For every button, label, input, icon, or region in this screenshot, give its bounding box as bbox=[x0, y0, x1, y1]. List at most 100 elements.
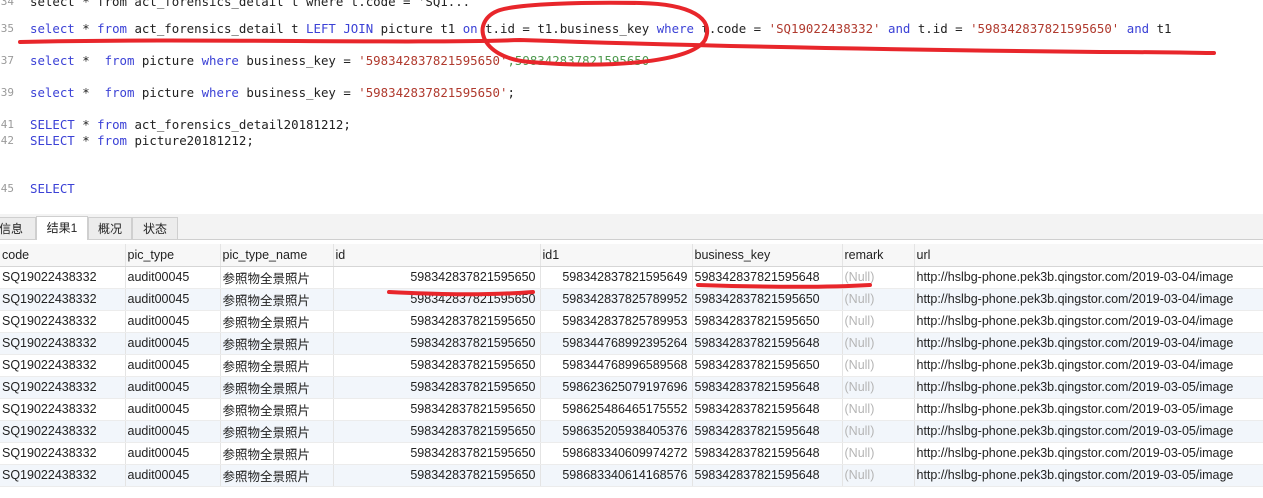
cell-id1[interactable]: 598342837825789952 bbox=[540, 288, 693, 311]
cell-id[interactable]: 598342837821595650 bbox=[333, 288, 541, 311]
table-row[interactable]: SQ19022438332 audit00045 参照物全景照片 5983428378… bbox=[0, 398, 1263, 421]
column-header-id[interactable]: id bbox=[333, 244, 541, 267]
cell-business-key[interactable]: 598342837821595648 bbox=[692, 464, 843, 487]
cell-id1[interactable]: 598623625079197696 bbox=[540, 376, 693, 399]
table-row[interactable]: SQ19022438332 audit00045 参照物全景照片 5983428378… bbox=[0, 442, 1263, 465]
cell-business-key[interactable]: 598342837821595648 bbox=[692, 442, 843, 465]
cell-url[interactable]: http://hslbg-phone.pek3b.qingstor.com/20… bbox=[914, 420, 1263, 443]
cell-pic-type-name[interactable]: 参照物全景照片 bbox=[220, 398, 334, 421]
code-text[interactable]: select * from act_forensics_detail t whe… bbox=[30, 0, 470, 10]
cell-id1[interactable]: 598342837821595649 bbox=[540, 266, 693, 289]
cell-remark[interactable]: (Null) bbox=[842, 442, 915, 465]
column-header-pic-type-name[interactable]: pic_type_name bbox=[220, 244, 334, 267]
cell-url[interactable]: http://hslbg-phone.pek3b.qingstor.com/20… bbox=[914, 442, 1263, 465]
cell-id[interactable]: 598342837821595650 bbox=[333, 442, 541, 465]
cell-url[interactable]: http://hslbg-phone.pek3b.qingstor.com/20… bbox=[914, 288, 1263, 311]
code-text[interactable]: SELECT * from picture20181212; bbox=[30, 133, 254, 149]
column-header-code[interactable]: code bbox=[0, 244, 126, 267]
cell-url[interactable]: http://hslbg-phone.pek3b.qingstor.com/20… bbox=[914, 398, 1263, 421]
column-header-url[interactable]: url bbox=[914, 244, 1263, 267]
cell-remark[interactable]: (Null) bbox=[842, 354, 915, 377]
cell-id1[interactable]: 598635205938405376 bbox=[540, 420, 693, 443]
cell-id[interactable]: 598342837821595650 bbox=[333, 420, 541, 443]
cell-pic-type[interactable]: audit00045 bbox=[125, 266, 221, 289]
result-grid[interactable]: code pic_type pic_type_name id id1 business_k… bbox=[0, 244, 1263, 498]
cell-code[interactable]: SQ19022438332 bbox=[0, 420, 126, 443]
cell-pic-type[interactable]: audit00045 bbox=[125, 354, 221, 377]
tab-info[interactable]: 信息 bbox=[0, 217, 36, 239]
tab-overview[interactable]: 概况 bbox=[88, 217, 132, 239]
cell-code[interactable]: SQ19022438332 bbox=[0, 442, 126, 465]
cell-code[interactable]: SQ19022438332 bbox=[0, 398, 126, 421]
cell-code[interactable]: SQ19022438332 bbox=[0, 288, 126, 311]
cell-url[interactable]: http://hslbg-phone.pek3b.qingstor.com/20… bbox=[914, 310, 1263, 333]
cell-remark[interactable]: (Null) bbox=[842, 332, 915, 355]
column-header-id1[interactable]: id1 bbox=[540, 244, 693, 267]
cell-business-key[interactable]: 598342837821595648 bbox=[692, 266, 843, 289]
cell-pic-type-name[interactable]: 参照物全景照片 bbox=[220, 376, 334, 399]
code-text[interactable]: select * from picture where business_key… bbox=[30, 85, 515, 101]
cell-code[interactable]: SQ19022438332 bbox=[0, 332, 126, 355]
cell-url[interactable]: http://hslbg-phone.pek3b.qingstor.com/20… bbox=[914, 376, 1263, 399]
column-header-remark[interactable]: remark bbox=[842, 244, 915, 267]
cell-url[interactable]: http://hslbg-phone.pek3b.qingstor.com/20… bbox=[914, 266, 1263, 289]
table-row[interactable]: SQ19022438332 audit00045 参照物全景照片 5983428378… bbox=[0, 310, 1263, 333]
cell-remark[interactable]: (Null) bbox=[842, 464, 915, 487]
cell-remark[interactable]: (Null) bbox=[842, 420, 915, 443]
cell-pic-type-name[interactable]: 参照物全景照片 bbox=[220, 442, 334, 465]
table-row[interactable]: SQ19022438332 audit00045 参照物全景照片 5983428378… bbox=[0, 266, 1263, 289]
cell-id1[interactable]: 598625486465175552 bbox=[540, 398, 693, 421]
cell-pic-type-name[interactable]: 参照物全景照片 bbox=[220, 354, 334, 377]
cell-id[interactable]: 598342837821595650 bbox=[333, 376, 541, 399]
table-row[interactable]: SQ19022438332 audit00045 参照物全景照片 5983428378… bbox=[0, 420, 1263, 443]
cell-code[interactable]: SQ19022438332 bbox=[0, 266, 126, 289]
cell-pic-type[interactable]: audit00045 bbox=[125, 332, 221, 355]
cell-business-key[interactable]: 598342837821595648 bbox=[692, 398, 843, 421]
cell-id1[interactable]: 598683340614168576 bbox=[540, 464, 693, 487]
code-text[interactable]: select * from picture where business_key… bbox=[30, 53, 649, 69]
cell-pic-type[interactable]: audit00045 bbox=[125, 310, 221, 333]
column-header-pic-type[interactable]: pic_type bbox=[125, 244, 221, 267]
tab-result1[interactable]: 结果1 bbox=[36, 216, 88, 240]
cell-pic-type[interactable]: audit00045 bbox=[125, 420, 221, 443]
cell-id1[interactable]: 598342837825789953 bbox=[540, 310, 693, 333]
cell-id[interactable]: 598342837821595650 bbox=[333, 464, 541, 487]
cell-id[interactable]: 598342837821595650 bbox=[333, 310, 541, 333]
cell-id[interactable]: 598342837821595650 bbox=[333, 266, 541, 289]
cell-business-key[interactable]: 598342837821595650 bbox=[692, 310, 843, 333]
cell-id[interactable]: 598342837821595650 bbox=[333, 332, 541, 355]
code-text[interactable]: select * from act_forensics_detail t LEF… bbox=[30, 21, 1172, 37]
cell-pic-type-name[interactable]: 参照物全景照片 bbox=[220, 332, 334, 355]
cell-url[interactable]: http://hslbg-phone.pek3b.qingstor.com/20… bbox=[914, 332, 1263, 355]
table-row[interactable]: SQ19022438332 audit00045 参照物全景照片 5983428378… bbox=[0, 288, 1263, 311]
table-row[interactable]: SQ19022438332 audit00045 参照物全景照片 5983428378… bbox=[0, 464, 1263, 487]
cell-id1[interactable]: 598344768992395264 bbox=[540, 332, 693, 355]
cell-pic-type[interactable]: audit00045 bbox=[125, 464, 221, 487]
cell-remark[interactable]: (Null) bbox=[842, 288, 915, 311]
sql-editor[interactable]: 34 select * from act_forensics_detail t w… bbox=[0, 0, 1263, 214]
cell-code[interactable]: SQ19022438332 bbox=[0, 464, 126, 487]
code-text[interactable]: SELECT bbox=[30, 181, 75, 197]
cell-pic-type-name[interactable]: 参照物全景照片 bbox=[220, 310, 334, 333]
tab-status[interactable]: 状态 bbox=[132, 217, 178, 239]
cell-pic-type-name[interactable]: 参照物全景照片 bbox=[220, 464, 334, 487]
table-row[interactable]: SQ19022438332 audit00045 参照物全景照片 5983428378… bbox=[0, 332, 1263, 355]
cell-url[interactable]: http://hslbg-phone.pek3b.qingstor.com/20… bbox=[914, 354, 1263, 377]
cell-pic-type[interactable]: audit00045 bbox=[125, 288, 221, 311]
cell-pic-type[interactable]: audit00045 bbox=[125, 376, 221, 399]
column-header-business-key[interactable]: business_key bbox=[692, 244, 843, 267]
cell-code[interactable]: SQ19022438332 bbox=[0, 354, 126, 377]
cell-id1[interactable]: 598683340609974272 bbox=[540, 442, 693, 465]
cell-remark[interactable]: (Null) bbox=[842, 266, 915, 289]
table-row[interactable]: SQ19022438332 audit00045 参照物全景照片 5983428378… bbox=[0, 354, 1263, 377]
cell-id[interactable]: 598342837821595650 bbox=[333, 354, 541, 377]
cell-remark[interactable]: (Null) bbox=[842, 376, 915, 399]
cell-pic-type[interactable]: audit00045 bbox=[125, 398, 221, 421]
cell-id[interactable]: 598342837821595650 bbox=[333, 398, 541, 421]
cell-code[interactable]: SQ19022438332 bbox=[0, 310, 126, 333]
table-row[interactable]: SQ19022438332 audit00045 参照物全景照片 5983428378… bbox=[0, 376, 1263, 399]
cell-pic-type-name[interactable]: 参照物全景照片 bbox=[220, 420, 334, 443]
cell-code[interactable]: SQ19022438332 bbox=[0, 376, 126, 399]
cell-pic-type-name[interactable]: 参照物全景照片 bbox=[220, 288, 334, 311]
cell-remark[interactable]: (Null) bbox=[842, 310, 915, 333]
